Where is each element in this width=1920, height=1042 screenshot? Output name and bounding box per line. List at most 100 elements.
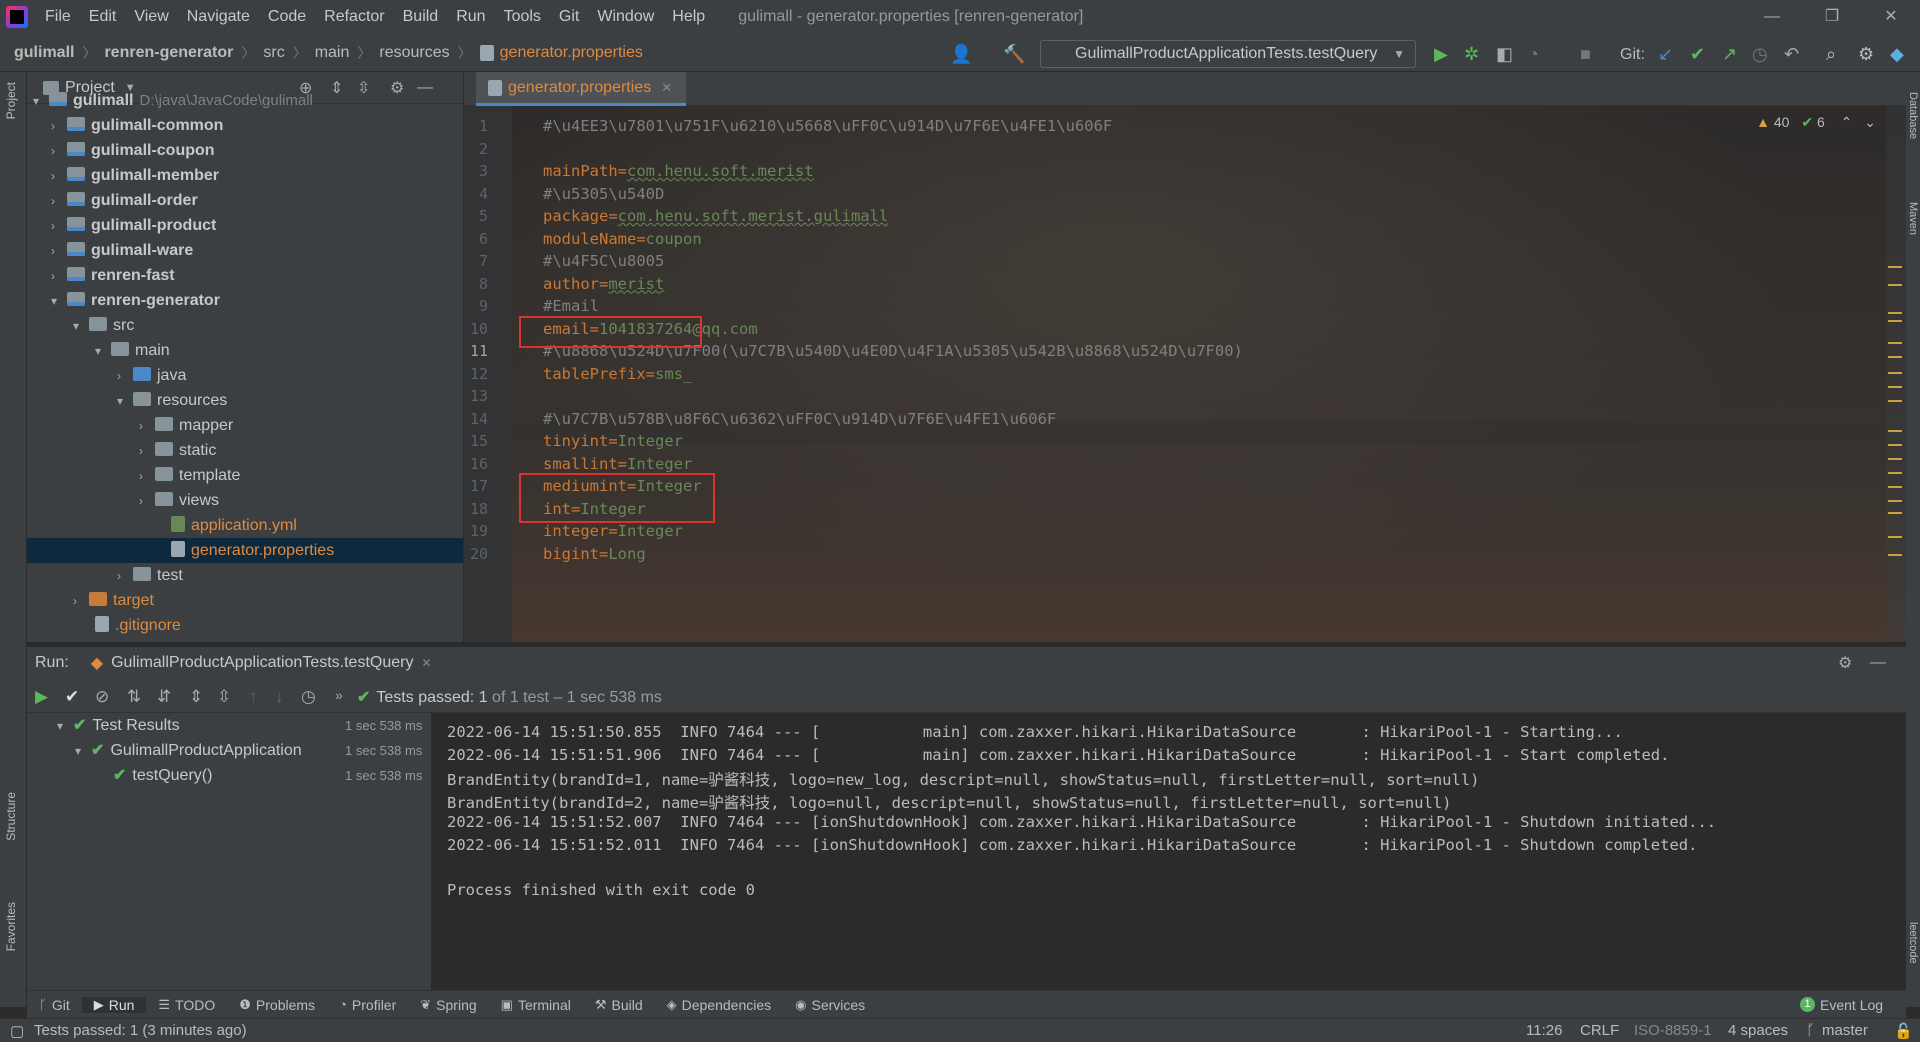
indent-setting[interactable]: 4 spaces <box>1728 1022 1788 1039</box>
structure-tool-tab[interactable]: Structure <box>4 792 18 841</box>
tree-item-gulimall[interactable]: ▾ gulimall D:\java\JavaCode\gulimall <box>33 88 313 113</box>
warning-stripe-mark[interactable] <box>1888 266 1902 268</box>
warning-stripe-mark[interactable] <box>1888 356 1902 358</box>
maven-tool-tab[interactable]: Maven <box>1907 202 1919 235</box>
git-update-icon[interactable]: ↙ <box>1658 44 1673 65</box>
tree-item-views[interactable]: › views <box>139 488 219 513</box>
history-icon[interactable]: ◷ <box>1752 44 1768 65</box>
menu-code[interactable]: Code <box>259 8 315 26</box>
show-passed-icon[interactable]: ✔ <box>65 687 79 707</box>
run-icon[interactable]: ▶ <box>1434 44 1448 65</box>
code-line[interactable]: tablePrefix=sms_ <box>543 365 692 383</box>
toolwindow-services[interactable]: ◉ Services <box>783 997 877 1013</box>
rerun-icon[interactable]: ▶ <box>35 687 48 707</box>
menu-navigate[interactable]: Navigate <box>178 8 259 26</box>
favorites-tool-tab[interactable]: Favorites <box>4 902 18 951</box>
coverage-icon[interactable]: ◧ <box>1496 44 1513 65</box>
editor-error-stripe[interactable] <box>1886 106 1906 642</box>
hide-panel-icon[interactable]: — <box>1870 654 1886 672</box>
warning-stripe-mark[interactable] <box>1888 536 1902 538</box>
code-line[interactable]: package=com.henu.soft.merist.gulimall <box>543 207 888 225</box>
git-commit-icon[interactable]: ✔ <box>1690 44 1705 65</box>
rollback-icon[interactable]: ↶ <box>1784 44 1799 65</box>
code-line[interactable]: bigint=Long <box>543 545 646 563</box>
warning-stripe-mark[interactable] <box>1888 472 1902 474</box>
settings-gear-icon[interactable]: ⚙ <box>1858 44 1874 65</box>
breadcrumb-main[interactable]: main <box>315 44 350 62</box>
status-panel-icon[interactable]: ▢ <box>10 1022 24 1040</box>
show-ignored-icon[interactable]: ⊘ <box>95 687 109 707</box>
tree-item-gulimall-ware[interactable]: › gulimall-ware <box>51 238 193 263</box>
toolwindow-profiler[interactable]: ◔ Profiler <box>327 997 408 1013</box>
test-method[interactable]: ✔ testQuery() <box>113 763 212 788</box>
code-line[interactable]: #\u4F5C\u8005 <box>543 252 664 270</box>
gear-icon[interactable]: ⚙ <box>1838 653 1852 673</box>
tree-item-renren-generator[interactable]: ▾ renren-generator <box>51 288 220 313</box>
editor-area[interactable]: generator.properties ✕ 1 2 3 4 5 6 7 8 9 10 11 12 13… <box>464 72 1906 642</box>
more-icon[interactable]: » <box>335 687 343 703</box>
chevron-up-icon[interactable]: ⌃ <box>1841 114 1853 130</box>
toolwindow-event-log[interactable]: 1 Event Log <box>1788 997 1895 1013</box>
next-failed-icon[interactable]: ↓ <box>275 687 284 707</box>
toolwindow-problems[interactable]: ❶ Problems <box>227 997 327 1013</box>
build-hammer-icon[interactable]: 🔨 <box>1003 44 1025 65</box>
search-icon[interactable]: ⌕ <box>1826 44 1836 65</box>
close-tab-icon[interactable]: ✕ <box>661 80 672 96</box>
menu-help[interactable]: Help <box>663 8 714 26</box>
tree-item-src[interactable]: ▾ src <box>73 313 134 338</box>
menu-view[interactable]: View <box>125 8 177 26</box>
code-line[interactable]: tinyint=Integer <box>543 432 683 450</box>
test-history-icon[interactable]: ◷ <box>301 687 316 707</box>
warning-stripe-mark[interactable] <box>1888 284 1902 286</box>
tree-item-gulimall-product[interactable]: › gulimall-product <box>51 213 216 238</box>
lock-icon[interactable]: 🔓 <box>1894 1022 1913 1040</box>
toolwindow-terminal[interactable]: ▣ Terminal <box>489 997 583 1013</box>
git-branch[interactable]: master <box>1822 1022 1868 1039</box>
code-line[interactable]: author=merist <box>543 275 664 293</box>
menu-refactor[interactable]: Refactor <box>315 8 393 26</box>
code-line[interactable]: smallint=Integer <box>543 455 692 473</box>
toolwindow-todo[interactable]: ☰ TODO <box>146 997 227 1013</box>
expand-all-icon[interactable]: ⇕ <box>189 687 203 707</box>
close-tab-icon[interactable]: ✕ <box>421 656 431 670</box>
breadcrumb-current-file[interactable]: generator.properties <box>500 44 643 62</box>
sort-duration-icon[interactable]: ⇵ <box>157 687 171 707</box>
tree-item-test[interactable]: › test <box>117 563 183 588</box>
tree-item-renren-fast[interactable]: › renren-fast <box>51 263 175 288</box>
minimize-icon[interactable]: — <box>1757 4 1787 30</box>
warning-stripe-mark[interactable] <box>1888 386 1902 388</box>
warning-stripe-mark[interactable] <box>1888 312 1902 314</box>
plugin-icon[interactable]: ◆ <box>1890 44 1904 65</box>
toolwindow-dependencies[interactable]: ◈ Dependencies <box>655 997 784 1013</box>
git-push-icon[interactable]: ↗ <box>1722 44 1737 65</box>
code-line[interactable]: moduleName=coupon <box>543 230 702 248</box>
tree-item-gulimall-order[interactable]: › gulimall-order <box>51 188 198 213</box>
tree-item-resources[interactable]: ▾ resources <box>117 388 227 413</box>
project-tool-tab[interactable]: Project <box>4 82 18 119</box>
console-output[interactable]: 2022-06-14 15:51:50.855 INFO 7464 --- [ … <box>431 713 1906 990</box>
breadcrumb-renren-generator[interactable]: renren-generator <box>104 44 233 62</box>
menu-file[interactable]: File <box>36 8 80 26</box>
warning-stripe-mark[interactable] <box>1888 342 1902 344</box>
restore-icon[interactable]: ❐ <box>1817 4 1847 30</box>
status-message[interactable]: Tests passed: 1 (3 minutes ago) <box>34 1022 247 1039</box>
debug-icon[interactable]: ✲ <box>1464 44 1479 65</box>
tree-item-gulimall-common[interactable]: › gulimall-common <box>51 113 223 138</box>
tree-item-target[interactable]: › target <box>73 588 154 613</box>
code-line[interactable]: #\u5305\u540D <box>543 185 664 203</box>
menu-build[interactable]: Build <box>394 8 448 26</box>
tree-item-application-yml[interactable]: application.yml <box>171 513 297 538</box>
prev-failed-icon[interactable]: ↑ <box>249 687 258 707</box>
warning-stripe-mark[interactable] <box>1888 512 1902 514</box>
menu-window[interactable]: Window <box>588 8 663 26</box>
chevron-down-icon[interactable]: ⌄ <box>1864 114 1876 130</box>
breadcrumb-src[interactable]: src <box>263 44 284 62</box>
warning-stripe-mark[interactable] <box>1888 400 1902 402</box>
close-icon[interactable]: ✕ <box>1876 4 1906 30</box>
tree-item-static[interactable]: › static <box>139 438 216 463</box>
tree-item-mapper[interactable]: › mapper <box>139 413 233 438</box>
sort-alpha-icon[interactable]: ⇅ <box>127 687 141 707</box>
database-tool-tab[interactable]: Database <box>1907 92 1919 139</box>
tree-item-gulimall-member[interactable]: › gulimall-member <box>51 163 219 188</box>
test-class[interactable]: ▾ ✔ GulimallProductApplication <box>75 738 302 763</box>
